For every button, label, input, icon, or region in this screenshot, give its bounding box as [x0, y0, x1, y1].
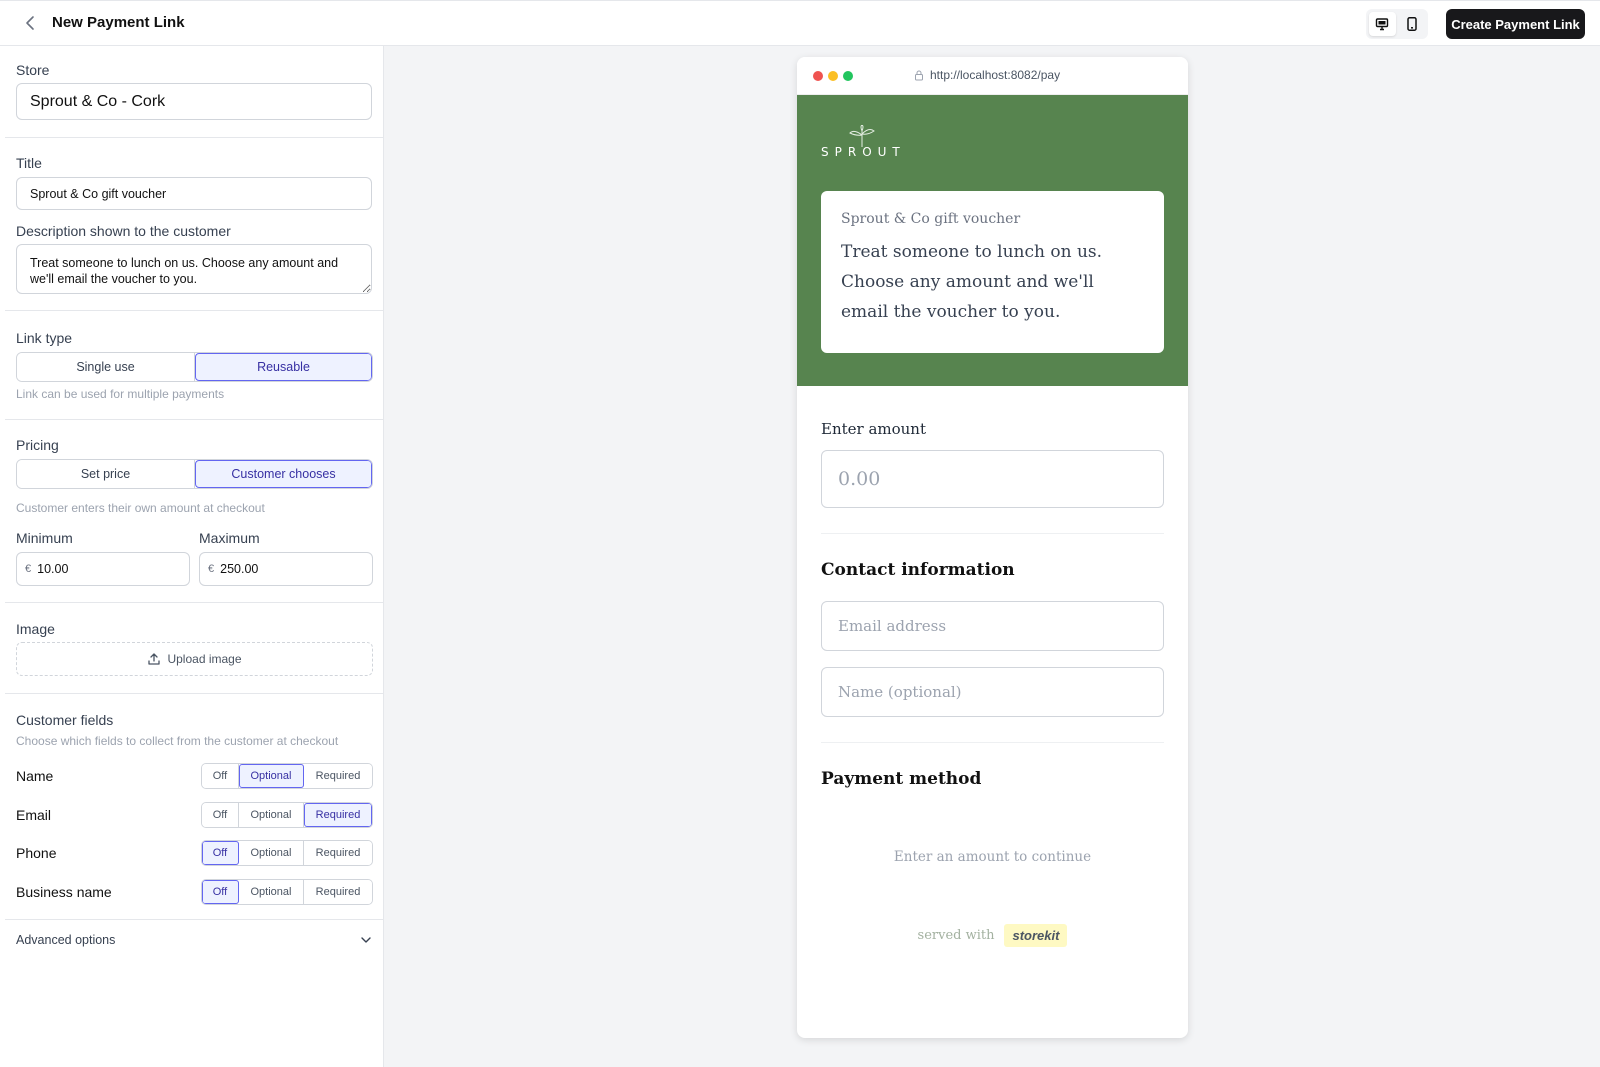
product-description: Treat someone to lunch on us. Choose any… — [841, 242, 1103, 322]
window-maximize-dot — [843, 71, 853, 81]
field-phone-optional[interactable]: Optional — [239, 841, 304, 865]
divider — [5, 310, 384, 311]
field-email-optional[interactable]: Optional — [239, 803, 304, 827]
title-input[interactable] — [16, 177, 372, 210]
field-business-name-label: Business name — [16, 884, 112, 900]
pricing-help: Customer enters their own amount at chec… — [16, 501, 265, 515]
maximum-input[interactable]: € 250.00 — [199, 552, 373, 586]
link-type-label: Link type — [16, 330, 73, 346]
minimum-label: Minimum — [16, 530, 73, 546]
back-button[interactable] — [20, 12, 42, 34]
served-with-footer: served with storekit — [797, 924, 1188, 947]
lock-icon — [915, 70, 923, 80]
field-phone-label: Phone — [16, 845, 57, 861]
divider — [821, 533, 1164, 534]
upload-icon — [148, 653, 161, 665]
link-type-help: Link can be used for multiple payments — [16, 387, 225, 401]
minimum-value: 10.00 — [37, 562, 69, 576]
field-email-toggle: Off Optional Required — [201, 802, 373, 828]
window-close-dot — [813, 71, 823, 81]
field-business-name-off[interactable]: Off — [202, 880, 239, 904]
field-email-required[interactable]: Required — [304, 803, 372, 827]
mobile-icon — [1407, 17, 1417, 31]
divider — [821, 742, 1164, 743]
upload-image-button[interactable]: Upload image — [16, 642, 373, 676]
desktop-view-button[interactable] — [1369, 12, 1396, 36]
field-phone-toggle: Off Optional Required — [201, 840, 373, 866]
amount-input[interactable] — [821, 450, 1164, 508]
pricing-segmented: Set price Customer chooses — [16, 459, 373, 489]
description-textarea[interactable] — [16, 244, 372, 294]
divider — [5, 419, 384, 420]
sprout-leaf-icon — [849, 125, 875, 147]
chevron-down-icon — [361, 937, 371, 943]
pricing-label: Pricing — [16, 437, 59, 453]
field-name-off[interactable]: Off — [202, 764, 239, 788]
desktop-icon — [1376, 18, 1389, 31]
store-select[interactable] — [16, 83, 372, 120]
product-title: Sprout & Co gift voucher — [841, 211, 1021, 227]
currency-symbol: € — [208, 563, 215, 575]
maximum-label: Maximum — [199, 530, 260, 546]
sprout-logo: SPROUT — [821, 125, 901, 165]
served-with-text: served with — [917, 928, 995, 943]
top-bar: New Payment Link Create Payment Link — [0, 0, 1600, 46]
divider — [5, 602, 384, 603]
field-business-name-toggle: Off Optional Required — [201, 879, 373, 905]
minimum-input[interactable]: € 10.00 — [16, 552, 190, 586]
brand-wordmark: SPROUT — [821, 145, 906, 159]
upload-image-label: Upload image — [167, 652, 242, 666]
store-label: Store — [16, 62, 50, 78]
product-card: Sprout & Co gift voucher Treat someone t… — [821, 191, 1164, 353]
create-payment-link-button[interactable]: Create Payment Link — [1446, 9, 1585, 39]
field-phone-off[interactable]: Off — [202, 841, 239, 865]
divider — [5, 919, 384, 920]
field-name-required[interactable]: Required — [304, 764, 372, 788]
description-label: Description shown to the customer — [16, 223, 231, 239]
field-name-toggle: Off Optional Required — [201, 763, 373, 789]
amount-label: Enter amount — [821, 420, 926, 438]
field-business-name-optional[interactable]: Optional — [239, 880, 304, 904]
field-email-off[interactable]: Off — [202, 803, 239, 827]
maximum-value: 250.00 — [220, 562, 259, 576]
checkout-hero: SPROUT Sprout & Co gift voucher Treat so… — [797, 95, 1188, 386]
checkout-preview: http://localhost:8082/pay SPROUT Sprout … — [797, 57, 1188, 1038]
field-name-optional[interactable]: Optional — [239, 764, 304, 788]
device-toggle — [1366, 9, 1428, 39]
mobile-view-button[interactable] — [1399, 12, 1426, 36]
customer-fields-label: Customer fields — [16, 712, 114, 728]
image-label: Image — [16, 621, 55, 637]
payment-method-heading: Payment method — [821, 769, 982, 789]
chevron-left-icon — [26, 16, 34, 30]
name-input[interactable] — [821, 667, 1164, 717]
advanced-options-toggle[interactable]: Advanced options — [16, 930, 373, 950]
link-type-reusable[interactable]: Reusable — [195, 353, 372, 381]
advanced-options-label: Advanced options — [16, 933, 116, 947]
browser-bar: http://localhost:8082/pay — [797, 57, 1188, 95]
address-bar: http://localhost:8082/pay — [914, 68, 1060, 82]
customer-fields-help: Choose which fields to collect from the … — [16, 734, 339, 748]
pricing-set-price[interactable]: Set price — [17, 460, 195, 488]
divider — [5, 137, 384, 138]
field-email-label: Email — [16, 807, 52, 823]
preview-url: http://localhost:8082/pay — [930, 68, 1061, 82]
page-title: New Payment Link — [52, 14, 185, 31]
contact-heading: Contact information — [821, 560, 1015, 580]
field-business-name-required[interactable]: Required — [304, 880, 372, 904]
pricing-customer-chooses[interactable]: Customer chooses — [195, 460, 372, 488]
window-minimize-dot — [828, 71, 838, 81]
email-input[interactable] — [821, 601, 1164, 651]
currency-symbol: € — [25, 563, 32, 575]
form-panel: Store Title Description shown to the cus… — [0, 46, 384, 1067]
title-label: Title — [16, 155, 42, 171]
field-phone-required[interactable]: Required — [304, 841, 372, 865]
link-type-segmented: Single use Reusable — [16, 352, 373, 382]
field-name-label: Name — [16, 768, 54, 784]
divider — [5, 693, 384, 694]
link-type-single-use[interactable]: Single use — [17, 353, 195, 381]
storekit-logo[interactable]: storekit — [1004, 924, 1068, 947]
payment-method-note: Enter an amount to continue — [893, 849, 1092, 865]
